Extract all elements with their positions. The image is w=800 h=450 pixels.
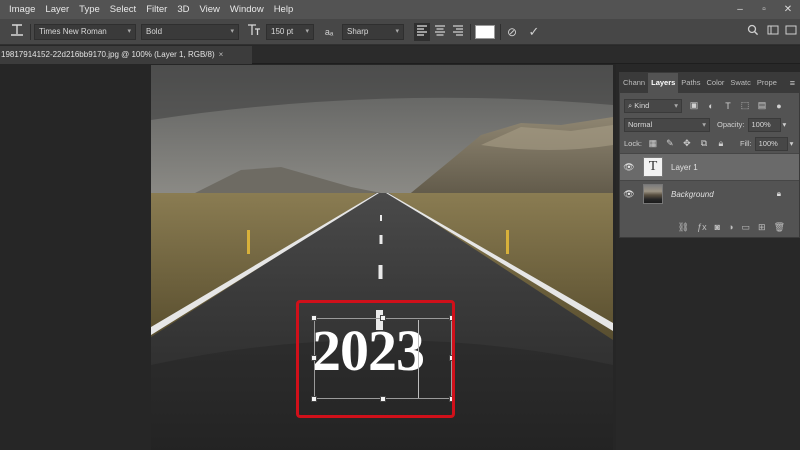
document-tab[interactable]: 19817914152-22d216bb9170.jpg @ 100% (Lay… <box>0 46 252 64</box>
window-controls: – ▫ ✕ <box>728 0 800 19</box>
font-size-icon <box>245 23 263 42</box>
delete-layer-icon[interactable]: 🗑︎ <box>774 222 785 233</box>
link-layers-icon[interactable]: ⛓︎ <box>678 222 689 233</box>
layer-style-icon[interactable]: ƒx <box>697 222 707 232</box>
antialias-value: Sharp <box>347 27 369 36</box>
panel-tab-strip: Chann Layers Paths Color Swatc Prope ≡ <box>620 73 799 93</box>
menu-3d[interactable]: 3D <box>172 0 194 19</box>
chevron-down-icon: ▾ <box>702 119 706 129</box>
adjustment-layer-icon[interactable]: ◑ <box>728 222 733 232</box>
document-tab-title: 19817914152-22d216bb9170.jpg @ 100% (Lay… <box>1 50 215 59</box>
menu-layer[interactable]: Layer <box>40 0 74 19</box>
lock-transparent-icon[interactable]: ▦ <box>648 138 658 149</box>
filter-kind-value: Kind <box>634 100 650 110</box>
menu-help[interactable]: Help <box>269 0 299 19</box>
blend-mode-select[interactable]: Normal ▾ <box>624 117 710 132</box>
lock-image-icon[interactable]: ✎ <box>665 138 675 149</box>
filter-toggle-icon[interactable]: ● <box>774 101 784 111</box>
menu-filter[interactable]: Filter <box>141 0 172 19</box>
tab-layers[interactable]: Layers <box>648 73 679 93</box>
new-group-icon[interactable]: ▭ <box>742 222 751 233</box>
tab-paths[interactable]: Paths <box>678 73 703 93</box>
fill-field[interactable]: 100% <box>754 136 788 151</box>
align-right-icon[interactable] <box>450 23 466 41</box>
text-layer-thumbnail: T <box>643 157 663 177</box>
layer-filter-row: ⌕ Kind ▾ ▣ ◐ T ⬚ ▤ ● <box>620 96 799 115</box>
fill-label: Fill: <box>739 139 752 148</box>
menu-window[interactable]: Window <box>225 0 269 19</box>
lock-artboard-icon[interactable]: ⧉ <box>699 138 709 149</box>
tab-properties[interactable]: Prope <box>754 73 780 93</box>
fill-value: 100% <box>758 138 778 148</box>
cancel-icon[interactable]: ⊘ <box>504 23 520 41</box>
menu-select[interactable]: Select <box>105 0 141 19</box>
layers-panel: Chann Layers Paths Color Swatc Prope ≡ ⌕… <box>619 72 800 238</box>
options-bar: Times New Roman ▾ Bold ▾ 150 pt ▾ aₐ Sha… <box>0 19 800 45</box>
layer-row-background[interactable]: 👁︎ Background 🔒︎ <box>620 180 799 207</box>
layer-row-layer-1[interactable]: 👁︎ T Layer 1 <box>620 153 799 180</box>
layer-name[interactable]: Background <box>671 190 714 199</box>
visibility-eye-icon[interactable]: 👁︎ <box>620 162 638 173</box>
search-icon[interactable] <box>745 23 761 41</box>
antialias-icon: aₐ <box>324 27 334 37</box>
workspace-icon[interactable] <box>765 23 781 41</box>
opacity-label: Opacity: <box>717 120 745 129</box>
font-family-value: Times New Roman <box>39 27 107 36</box>
lock-icon[interactable]: 🔒︎ <box>777 189 781 199</box>
chevron-down-icon: ▾ <box>230 28 234 35</box>
blend-row: Normal ▾ Opacity: 100% ▾ <box>620 115 799 134</box>
highlight-box <box>296 300 455 418</box>
commit-icon[interactable]: ✓ <box>526 23 542 41</box>
share-icon[interactable] <box>783 23 799 41</box>
tab-color[interactable]: Color <box>703 73 727 93</box>
menu-view[interactable]: View <box>194 0 224 19</box>
font-size-select[interactable]: 150 pt ▾ <box>266 24 314 40</box>
filter-type-icon[interactable]: T <box>723 101 733 111</box>
blend-mode-value: Normal <box>628 119 653 129</box>
filter-smart-object-icon[interactable]: ▤ <box>757 100 767 111</box>
minimize-button[interactable]: – <box>728 4 752 15</box>
document-tab-bar: 19817914152-22d216bb9170.jpg @ 100% (Lay… <box>0 46 800 64</box>
layer-mask-icon[interactable]: ◙ <box>715 222 720 232</box>
antialias-select[interactable]: Sharp ▾ <box>342 24 404 40</box>
menu-image[interactable]: Image <box>0 0 40 19</box>
chevron-down-icon: ▾ <box>674 100 678 110</box>
font-style-value: Bold <box>146 27 163 36</box>
filter-pixel-icon[interactable]: ▣ <box>689 100 699 111</box>
chevron-down-icon: ▾ <box>395 28 399 35</box>
lock-label: Lock: <box>624 139 642 148</box>
tab-channels[interactable]: Chann <box>620 73 648 93</box>
new-layer-icon[interactable]: ⊞ <box>758 222 766 233</box>
text-orientation-icon[interactable] <box>8 23 26 42</box>
text-color-swatch[interactable] <box>475 25 495 39</box>
opacity-value: 100% <box>751 119 771 129</box>
menu-bar: Image Layer Type Select Filter 3D View W… <box>0 0 800 19</box>
font-style-select[interactable]: Bold ▾ <box>141 24 239 40</box>
filter-shape-icon[interactable]: ⬚ <box>740 100 750 111</box>
filter-kind-select[interactable]: ⌕ Kind ▾ <box>624 98 682 113</box>
panel-footer: ⛓︎ ƒx ◙ ◑ ▭ ⊞ 🗑︎ <box>620 217 799 237</box>
chevron-down-icon: ▾ <box>305 28 309 35</box>
close-tab-icon[interactable]: × <box>219 50 224 59</box>
lock-row: Lock: ▦ ✎ ✥ ⧉ 🔒︎ Fill: 100% ▾ <box>620 134 799 153</box>
align-left-icon[interactable] <box>414 23 430 41</box>
menu-type[interactable]: Type <box>74 0 105 19</box>
opacity-field[interactable]: 100% <box>747 117 781 132</box>
visibility-eye-icon[interactable]: 👁︎ <box>620 189 638 200</box>
layer-name[interactable]: Layer 1 <box>671 163 698 172</box>
align-center-icon[interactable] <box>432 23 448 41</box>
font-family-select[interactable]: Times New Roman ▾ <box>34 24 136 40</box>
filter-adjustment-icon[interactable]: ◐ <box>706 101 716 111</box>
panel-menu-icon[interactable]: ≡ <box>790 73 799 93</box>
tab-swatches[interactable]: Swatc <box>727 73 753 93</box>
lock-all-icon[interactable]: 🔒︎ <box>716 138 726 149</box>
lock-position-icon[interactable]: ✥ <box>682 138 692 149</box>
chevron-down-icon: ▾ <box>127 28 131 35</box>
chevron-down-icon[interactable]: ▾ <box>783 120 787 129</box>
restore-button[interactable]: ▫ <box>752 4 776 15</box>
chevron-down-icon[interactable]: ▾ <box>790 139 794 148</box>
image-layer-thumbnail <box>643 184 663 204</box>
font-size-value: 150 pt <box>271 27 294 36</box>
close-button[interactable]: ✕ <box>776 4 800 15</box>
